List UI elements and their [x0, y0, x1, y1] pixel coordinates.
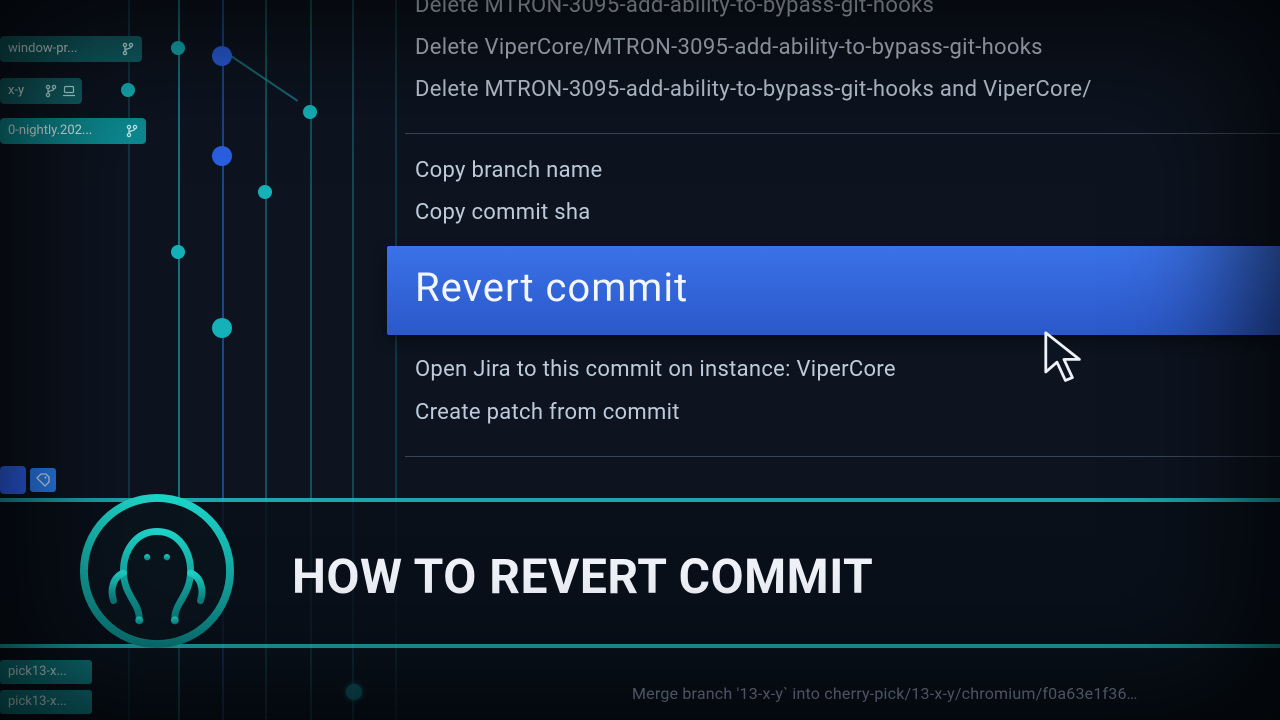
menu-item-delete-local[interactable]: Delete MTRON-3095-add-ability-to-bypass-…: [395, 0, 1280, 27]
menu-item-label: Revert commit: [415, 264, 688, 311]
menu-item-open-jira[interactable]: Open Jira to this commit on instance: Vi…: [395, 349, 1280, 391]
branch-tag[interactable]: 0-nightly.202...: [0, 118, 146, 144]
commit-message: Merge branch '13-x-y` into cherry-pick/1…: [632, 684, 1138, 703]
commit-node[interactable]: [212, 46, 232, 66]
commit-node[interactable]: [212, 146, 232, 166]
menu-item-label: Copy branch name: [415, 158, 602, 183]
branch-tag[interactable]: x-y: [0, 78, 82, 104]
menu-item-label: Delete MTRON-3095-add-ability-to-bypass-…: [415, 77, 1092, 102]
branch-icon: [126, 124, 138, 138]
menu-separator: [405, 133, 1280, 134]
branch-icon: [45, 84, 57, 98]
menu-separator: [405, 456, 1280, 457]
menu-item-label: Delete ViperCore/MTRON-3095-add-ability-…: [415, 35, 1043, 60]
menu-item-copy-branch[interactable]: Copy branch name: [395, 150, 1280, 192]
commit-node[interactable]: [303, 105, 317, 119]
page-title: HOW TO REVERT COMMIT: [292, 548, 873, 605]
branch-icon: [122, 42, 134, 56]
commit-node[interactable]: [258, 185, 272, 199]
branch-label: x-y: [8, 78, 24, 104]
commit-node[interactable]: [212, 318, 232, 338]
context-menu: Delete MTRON-3095-add-ability-to-bypass-…: [395, 0, 1280, 473]
branch-label: 0-nightly.202...: [8, 118, 92, 144]
menu-item-label: Create patch from commit: [415, 400, 680, 425]
commit-node[interactable]: [121, 83, 135, 97]
menu-item-label: Open Jira to this commit on instance: Vi…: [415, 357, 896, 382]
laptop-icon: [62, 85, 76, 97]
menu-item-copy-sha[interactable]: Copy commit sha: [395, 192, 1280, 234]
commit-node[interactable]: [171, 41, 185, 55]
gitkraken-logo-icon: [78, 492, 236, 650]
menu-item-delete-remote[interactable]: Delete ViperCore/MTRON-3095-add-ability-…: [395, 27, 1280, 69]
commit-node[interactable]: [171, 245, 185, 259]
graph-edge: [227, 53, 298, 102]
branch-tag[interactable]: pick13-x...: [0, 690, 92, 714]
menu-item-create-patch[interactable]: Create patch from commit: [395, 392, 1280, 434]
menu-item-label: Copy commit sha: [415, 200, 591, 225]
menu-item-revert-commit[interactable]: Revert commit: [387, 246, 1280, 335]
tag-icon: [30, 468, 56, 492]
branch-label: pick13-x...: [8, 660, 67, 684]
menu-item-label: Delete MTRON-3095-add-ability-to-bypass-…: [415, 0, 934, 18]
branch-label: window-pr...: [8, 36, 77, 62]
branch-tag[interactable]: window-pr...: [0, 36, 142, 62]
branch-tag[interactable]: pick13-x...: [0, 660, 92, 684]
selection-handle[interactable]: [0, 466, 26, 494]
menu-item-delete-both[interactable]: Delete MTRON-3095-add-ability-to-bypass-…: [395, 69, 1280, 111]
branch-label: pick13-x...: [8, 690, 67, 714]
